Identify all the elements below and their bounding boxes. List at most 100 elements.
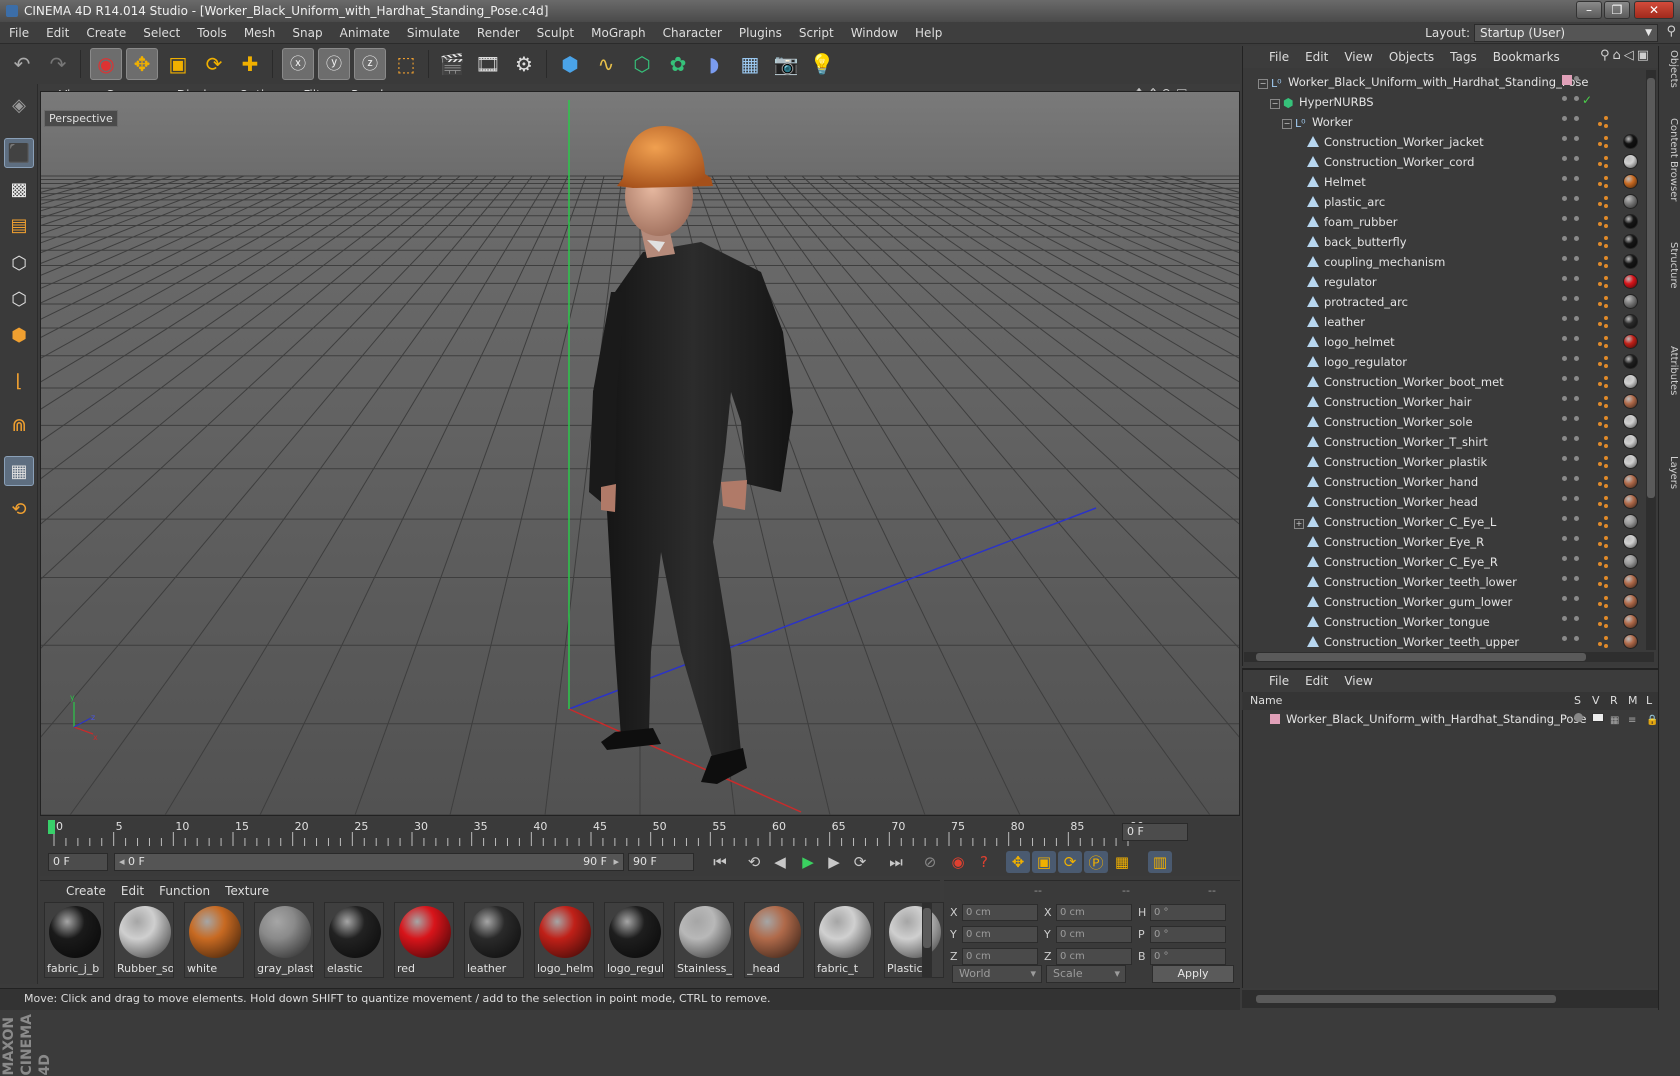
object-row[interactable]: plastic_arc — [1244, 192, 1556, 212]
tag-icons[interactable] — [1596, 554, 1616, 570]
object-menu-bookmarks[interactable]: Bookmarks — [1485, 46, 1568, 68]
size-field[interactable]: 0 cm — [1056, 926, 1132, 943]
material-tag-icon[interactable] — [1623, 334, 1638, 349]
step-back-icon[interactable]: ◀ — [768, 851, 792, 873]
object-menu-edit[interactable]: Edit — [1297, 46, 1336, 68]
object-row[interactable]: Construction_Worker_teeth_upper — [1244, 632, 1556, 652]
object-row[interactable]: − ⬢ HyperNURBS — [1244, 92, 1556, 112]
material-tag-icon[interactable] — [1623, 554, 1638, 569]
light-icon[interactable]: 💡 — [806, 48, 838, 80]
end-frame-field[interactable]: 90 F — [628, 853, 694, 871]
material-tag-icon[interactable] — [1623, 514, 1638, 529]
material-swatch[interactable]: elastic — [324, 902, 384, 978]
material-swatch[interactable]: white — [184, 902, 244, 978]
object-row[interactable]: Construction_Worker_plastik — [1244, 452, 1556, 472]
visibility-dots-icon[interactable] — [1562, 114, 1586, 130]
visibility-dots-icon[interactable] — [1562, 194, 1586, 210]
object-row[interactable]: Construction_Worker_cord — [1244, 152, 1556, 172]
redo-icon[interactable]: ↷ — [42, 48, 74, 80]
menu-mograph[interactable]: MoGraph — [582, 22, 654, 44]
menu-script[interactable]: Script — [790, 22, 842, 44]
3d-viewport[interactable]: y x z — [0, 91, 1680, 816]
key-position-icon[interactable]: ✥ — [1006, 851, 1030, 873]
tag-icons[interactable] — [1596, 334, 1616, 350]
tag-icons[interactable] — [1596, 274, 1616, 290]
size-field[interactable]: 0 cm — [1056, 904, 1132, 921]
object-row[interactable]: logo_helmet — [1244, 332, 1556, 352]
viewport-camera-label[interactable]: Perspective — [44, 110, 118, 127]
menu-create[interactable]: Create — [77, 22, 134, 44]
visibility-dots-icon[interactable] — [1562, 234, 1586, 250]
add-tool-icon[interactable]: ✚ — [234, 48, 266, 80]
visibility-dots-icon[interactable] — [1562, 154, 1586, 170]
tag-icons[interactable] — [1596, 614, 1616, 630]
expand-toggle-icon[interactable]: − — [1282, 119, 1292, 129]
menu-character[interactable]: Character — [654, 22, 730, 44]
rotation-field[interactable]: 0 ° — [1150, 948, 1226, 965]
material-tag-icon[interactable] — [1623, 314, 1638, 329]
material-tag-icon[interactable] — [1623, 374, 1638, 389]
material-tag-icon[interactable] — [1623, 394, 1638, 409]
material-tag-icon[interactable] — [1623, 234, 1638, 249]
layer-lock-icon[interactable]: 🔒 — [1646, 712, 1658, 730]
object-row[interactable]: Construction_Worker_gum_lower — [1244, 592, 1556, 612]
material-swatch[interactable]: fabric_t — [814, 902, 874, 978]
material-swatch[interactable]: Rubber_so — [114, 902, 174, 978]
side-tab-objects[interactable]: Objects — [1661, 50, 1679, 88]
material-tag-icon[interactable] — [1623, 134, 1638, 149]
visibility-dots-icon[interactable] — [1562, 594, 1586, 610]
side-tab-content-browser[interactable]: Content Browser — [1661, 118, 1679, 201]
tag-icons[interactable] — [1596, 154, 1616, 170]
visibility-dots-icon[interactable] — [1562, 374, 1586, 390]
object-row[interactable]: regulator — [1244, 272, 1556, 292]
visibility-dots-icon[interactable] — [1562, 614, 1586, 630]
object-manager-tools[interactable]: ⚲⌂◁▣ — [1600, 48, 1652, 63]
object-row[interactable]: leather — [1244, 312, 1556, 332]
object-hscrollbar[interactable] — [1244, 652, 1654, 662]
visibility-dots-icon[interactable] — [1562, 274, 1586, 290]
object-row[interactable]: Construction_Worker_teeth_lower — [1244, 572, 1556, 592]
undo-icon[interactable]: ↶ — [6, 48, 38, 80]
size-field[interactable]: 0 cm — [1056, 948, 1132, 965]
menu-snap[interactable]: Snap — [283, 22, 330, 44]
object-row[interactable]: Construction_Worker_Eye_R — [1244, 532, 1556, 552]
live-selection-icon[interactable]: ◉ — [90, 48, 122, 80]
tag-icons[interactable] — [1596, 314, 1616, 330]
key-rotation-icon[interactable]: ⟳ — [1058, 851, 1082, 873]
y-axis-lock-icon[interactable]: ⓨ — [318, 48, 350, 80]
side-tab-layers[interactable]: Layers — [1661, 456, 1679, 489]
rotate-tool-icon[interactable]: ⟳ — [198, 48, 230, 80]
material-swatch[interactable]: logo_helm — [534, 902, 594, 978]
tag-icons[interactable] — [1596, 194, 1616, 210]
layout-select[interactable]: Startup (User) ▼ — [1474, 24, 1658, 42]
play-icon[interactable]: ▶ — [796, 851, 820, 873]
tag-icons[interactable] — [1596, 134, 1616, 150]
material-tag-icon[interactable] — [1623, 174, 1638, 189]
object-row[interactable]: back_butterfly — [1244, 232, 1556, 252]
tag-icons[interactable] — [1596, 454, 1616, 470]
tag-icons[interactable] — [1596, 254, 1616, 270]
render-view-icon[interactable]: 🎬 — [436, 48, 468, 80]
material-swatch[interactable]: Plastic — [884, 902, 944, 978]
menu-help[interactable]: Help — [906, 22, 950, 44]
tag-icons[interactable] — [1596, 174, 1616, 190]
material-tag-icon[interactable] — [1623, 354, 1638, 369]
object-row[interactable]: − L⁰ Worker — [1244, 112, 1556, 132]
object-row[interactable]: coupling_mechanism — [1244, 252, 1556, 272]
x-axis-lock-icon[interactable]: ⓧ — [282, 48, 314, 80]
keyframe-selection-icon[interactable]: ? — [972, 851, 996, 873]
object-scrollbar[interactable] — [1646, 70, 1656, 650]
visibility-dots-icon[interactable] — [1562, 574, 1586, 590]
layer-solo-icon[interactable] — [1574, 713, 1583, 722]
material-swatch[interactable]: leather — [464, 902, 524, 978]
material-tag-icon[interactable] — [1623, 534, 1638, 549]
menu-simulate[interactable]: Simulate — [398, 22, 468, 44]
menu-select[interactable]: Select — [134, 22, 188, 44]
current-frame-field[interactable]: 0 F — [1122, 823, 1188, 841]
tag-icons[interactable] — [1596, 534, 1616, 550]
transform-mode-select[interactable]: Scale ▾ — [1046, 965, 1126, 983]
key-scale-icon[interactable]: ▣ — [1032, 851, 1056, 873]
next-key-icon[interactable]: ⟳ — [848, 851, 872, 873]
previous-key-icon[interactable]: ⟲ — [742, 851, 766, 873]
visibility-dots-icon[interactable] — [1562, 554, 1586, 570]
